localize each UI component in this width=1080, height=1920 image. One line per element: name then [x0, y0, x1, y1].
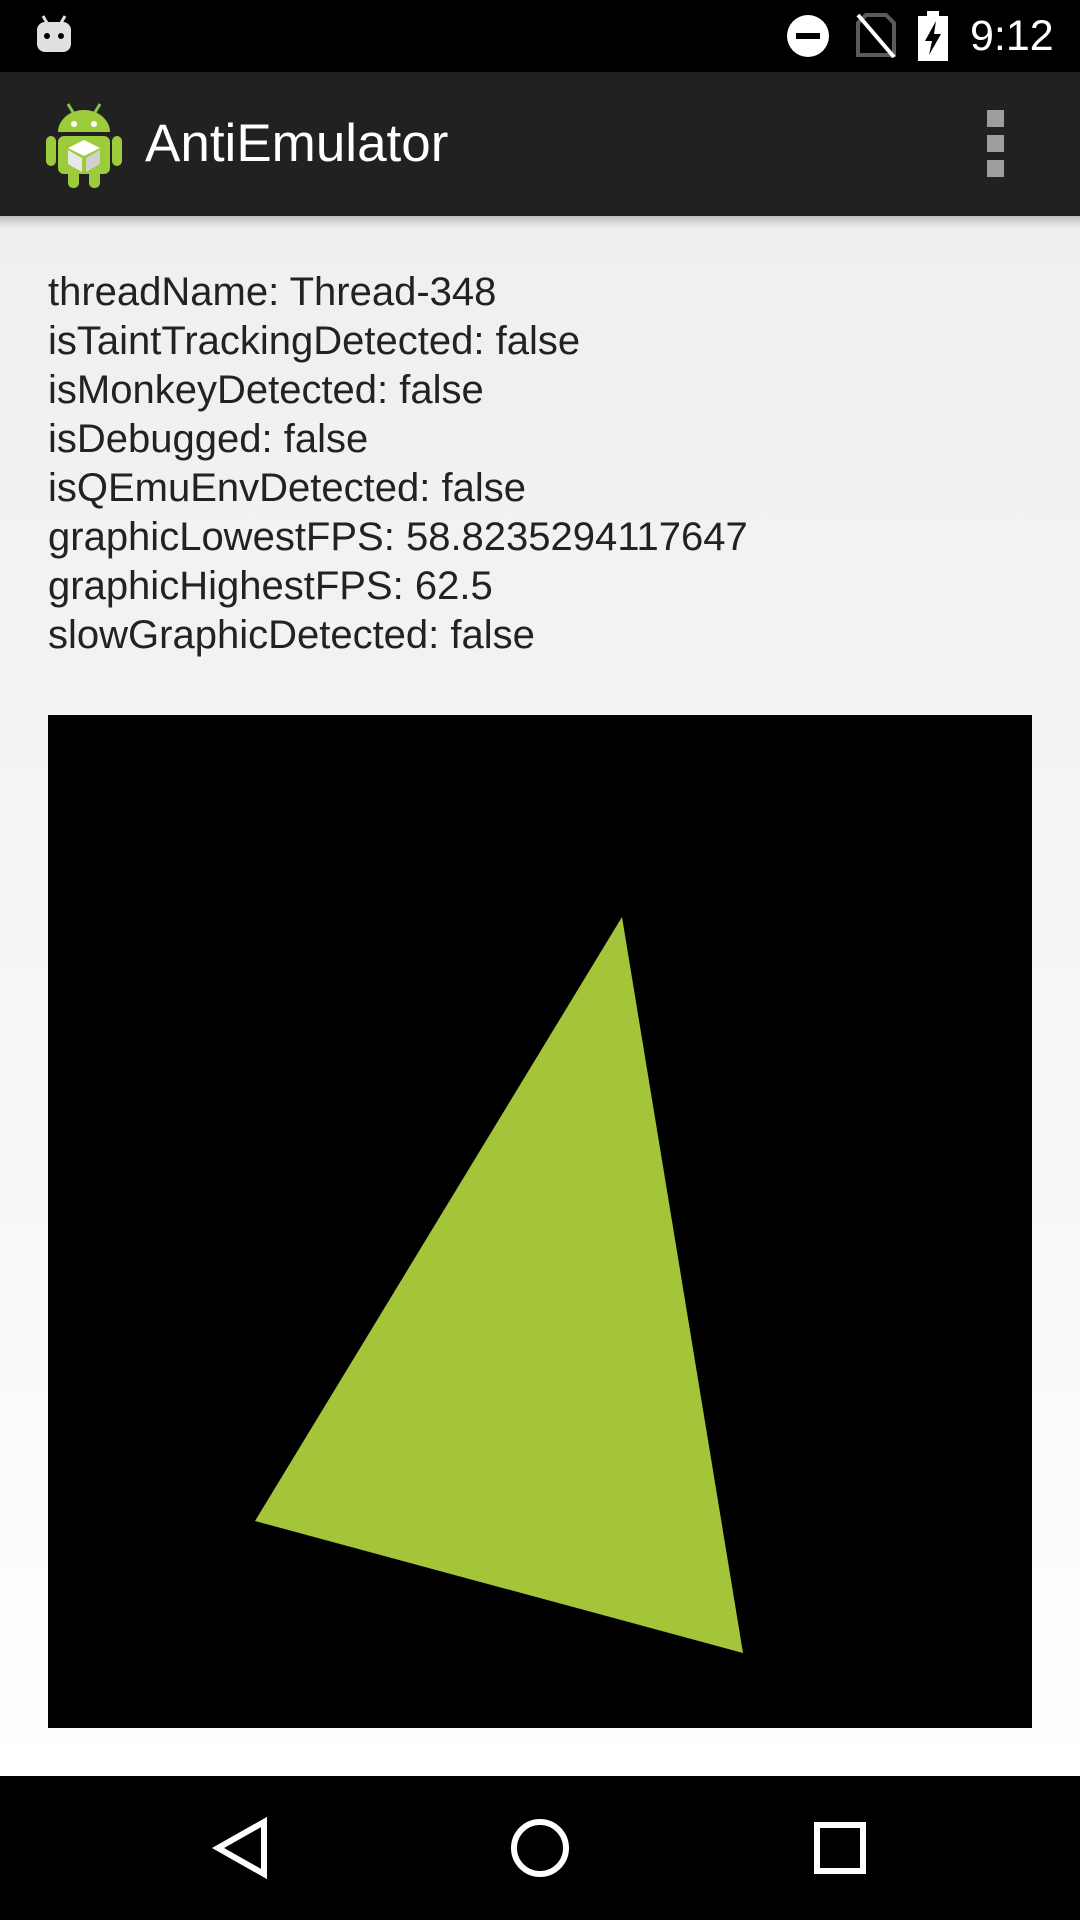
main-content: threadName: Thread-348 isTaintTrackingDe…: [0, 216, 1080, 1776]
recents-icon: [814, 1822, 866, 1874]
detection-results-list: threadName: Thread-348 isTaintTrackingDe…: [48, 268, 1048, 660]
rotating-triangle: [255, 917, 743, 1653]
overflow-menu-button[interactable]: [966, 104, 1026, 184]
back-button[interactable]: [190, 1798, 290, 1898]
opengl-canvas: [255, 917, 743, 1653]
android-notification-icon: [37, 15, 71, 52]
no-sim-icon: [856, 13, 896, 58]
android-robot-icon: [46, 103, 122, 188]
back-icon: [211, 1816, 267, 1880]
home-icon: [511, 1819, 569, 1877]
navigation-bar: [0, 1776, 1080, 1920]
app-title: AntiEmulator: [145, 114, 449, 173]
app-bar: AntiEmulator: [0, 72, 1080, 216]
result-lowest-fps: graphicLowestFPS: 58.8235294117647: [48, 515, 748, 559]
result-taint-tracking: isTaintTrackingDetected: false: [48, 319, 581, 363]
result-highest-fps: graphicHighestFPS: 62.5: [48, 564, 493, 608]
status-bar: 9:12: [0, 0, 1080, 72]
result-monkey: isMonkeyDetected: false: [48, 368, 484, 412]
result-debugged: isDebugged: false: [48, 417, 369, 461]
battery-charging-icon: [918, 11, 948, 61]
result-slow-graphic: slowGraphicDetected: false: [48, 613, 535, 657]
overflow-menu-icon: [987, 110, 1004, 127]
recents-button[interactable]: [790, 1798, 890, 1898]
do-not-disturb-icon: [787, 15, 829, 57]
result-thread-name: threadName: Thread-348: [48, 270, 497, 314]
home-button[interactable]: [490, 1798, 590, 1898]
app-bar-shadow: [0, 216, 1080, 228]
result-qemu-env: isQEmuEnvDetected: false: [48, 466, 526, 510]
status-clock: 9:12: [970, 12, 1054, 60]
opengl-surface: [48, 715, 1032, 1728]
